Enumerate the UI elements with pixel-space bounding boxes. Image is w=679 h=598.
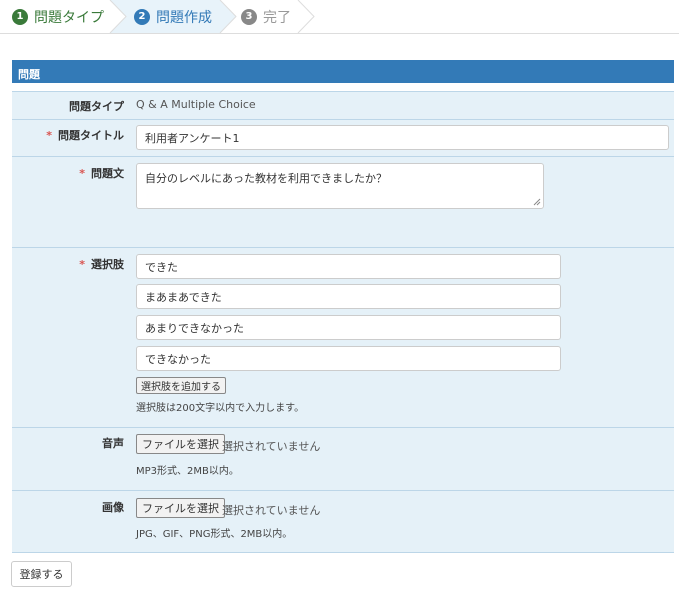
step-question-create: 2 問題作成: [134, 0, 212, 33]
step-number-badge: 2: [134, 8, 150, 25]
image-label: 画像: [102, 501, 124, 514]
row-divider: [12, 427, 674, 428]
progress-stepper: 1 問題タイプ 2 問題作成 3 完了: [0, 0, 679, 34]
panel-title: 問題: [12, 60, 674, 83]
step-number-badge: 3: [241, 8, 257, 25]
required-mark: *: [79, 167, 85, 180]
row-divider: [12, 119, 674, 120]
choice-input-4[interactable]: できなかった: [136, 346, 561, 371]
resize-handle-icon[interactable]: [533, 198, 541, 206]
row-divider: [12, 247, 674, 248]
image-file-button[interactable]: ファイルを選択: [136, 498, 225, 518]
choices-help-text: 選択肢は200文字以内で入力します。: [136, 403, 305, 414]
question-type-value: Q & A Multiple Choice: [136, 98, 256, 111]
choices-label: * 選択肢: [79, 258, 124, 271]
choice-input-3[interactable]: あまりできなかった: [136, 315, 561, 340]
question-title-input[interactable]: 利用者アンケート1: [136, 125, 669, 150]
step-label: 完了: [263, 9, 291, 26]
choice-input-2[interactable]: まあまあできた: [136, 284, 561, 309]
add-choice-button[interactable]: 選択肢を追加する: [136, 377, 226, 394]
required-mark: *: [79, 258, 85, 271]
question-text-textarea[interactable]: 自分のレベルにあった教材を利用できましたか？: [136, 163, 544, 209]
audio-file-status: 選択されていません: [222, 440, 321, 453]
row-divider: [12, 490, 674, 491]
step-question-type: 1 問題タイプ: [12, 0, 104, 33]
audio-help-text: MP3形式、2MB以内。: [136, 466, 239, 477]
step-complete: 3 完了: [241, 0, 291, 33]
row-divider: [12, 156, 674, 157]
image-help-text: JPG、GIF、PNG形式、2MB以内。: [136, 529, 293, 540]
question-text-label: * 問題文: [79, 167, 124, 180]
register-button[interactable]: 登録する: [11, 561, 72, 587]
image-file-status: 選択されていません: [222, 504, 321, 517]
choice-input-1[interactable]: できた: [136, 254, 561, 279]
step-number-badge: 1: [12, 8, 28, 25]
question-title-label: * 問題タイトル: [46, 129, 124, 142]
audio-label: 音声: [102, 437, 124, 450]
question-type-label: 問題タイプ: [69, 100, 124, 113]
step-label: 問題作成: [156, 9, 212, 26]
audio-file-button[interactable]: ファイルを選択: [136, 434, 225, 454]
required-mark: *: [46, 129, 52, 142]
step-label: 問題タイプ: [34, 9, 104, 26]
